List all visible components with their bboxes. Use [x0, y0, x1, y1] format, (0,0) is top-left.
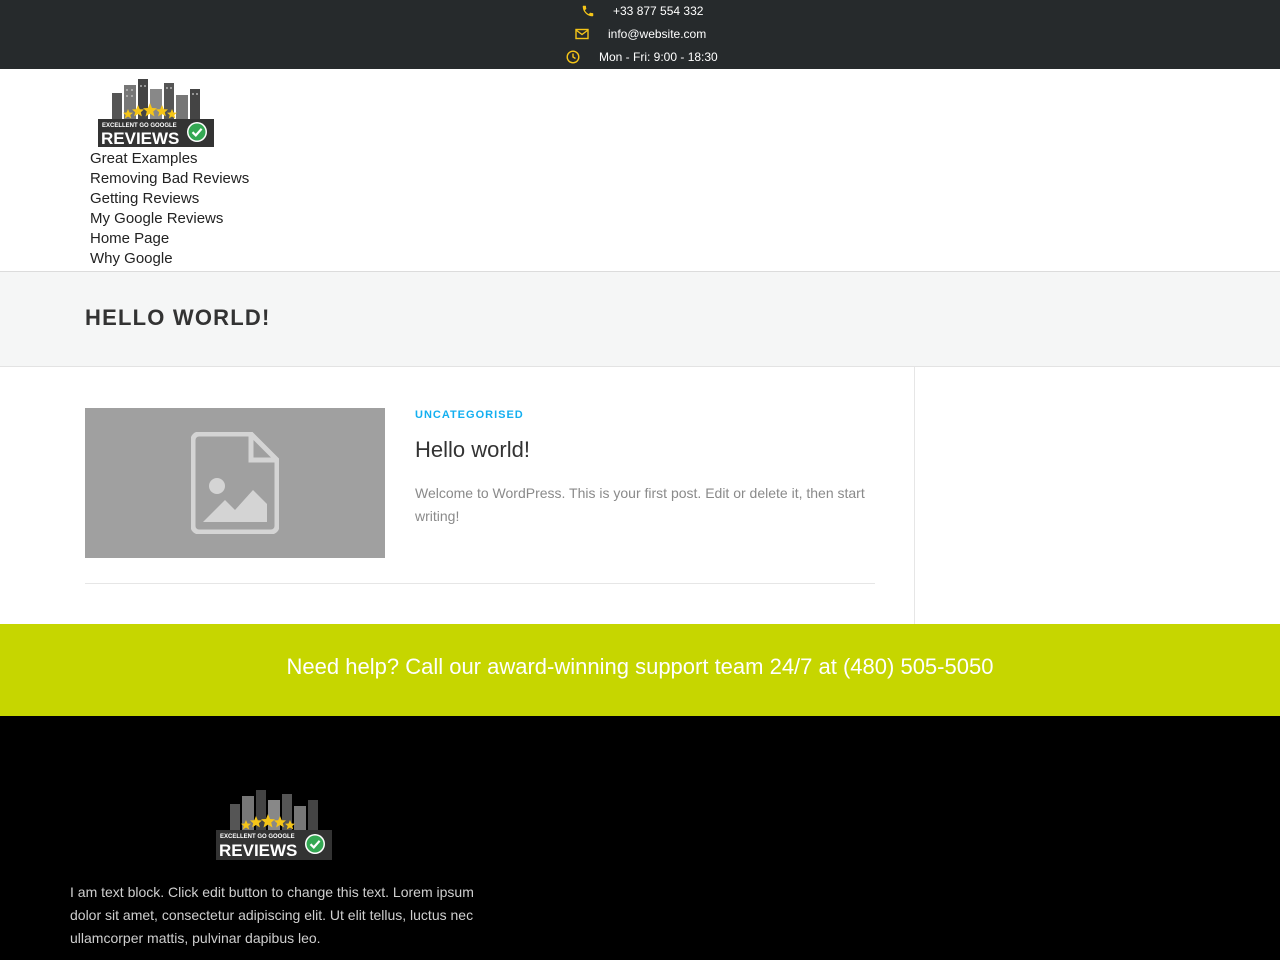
- nav-item-label[interactable]: Home Page: [90, 230, 169, 247]
- phone-icon: [580, 3, 596, 19]
- footer-logo-line1: EXCELLENT GO GOOGLE: [220, 834, 295, 840]
- topbar-email[interactable]: info@website.com: [608, 27, 706, 41]
- topbar-email-row: info@website.com: [0, 23, 1280, 45]
- footer-logo[interactable]: EXCELLENT GO GOOGLE REVIEWS: [216, 786, 332, 860]
- nav-item-label[interactable]: Getting Reviews: [90, 190, 199, 207]
- main-nav: Great Examples Removing Bad Reviews Gett…: [90, 149, 249, 269]
- clock-icon: [565, 49, 581, 65]
- post-divider: [85, 583, 875, 584]
- nav-item-my-google-reviews[interactable]: My Google Reviews: [90, 209, 249, 229]
- post-excerpt: Welcome to WordPress. This is your first…: [415, 485, 865, 524]
- nav-item-home-page[interactable]: Home Page: [90, 229, 249, 249]
- nav-item-label[interactable]: My Google Reviews: [90, 210, 223, 227]
- nav-item-why-google[interactable]: Why Google: [90, 249, 249, 269]
- topbar-phone-row: +33 877 554 332: [0, 0, 1280, 22]
- nav-item-label[interactable]: Great Examples: [90, 150, 198, 167]
- site-logo[interactable]: EXCELLENT GO GOOGLE REVIEWS: [98, 75, 214, 148]
- footer-text-block: I am text block. Click edit button to ch…: [70, 884, 474, 946]
- footer-logo-line2: REVIEWS: [219, 841, 297, 860]
- post-category[interactable]: UNCATEGORISED: [415, 409, 524, 421]
- nav-item-removing-bad-reviews[interactable]: Removing Bad Reviews: [90, 169, 249, 189]
- site-header: EXCELLENT GO GOOGLE REVIEWS Great Exampl…: [0, 69, 1280, 272]
- top-bar: +33 877 554 332 info@website.com Mon - F…: [0, 0, 1280, 69]
- topbar-phone[interactable]: +33 877 554 332: [613, 4, 703, 18]
- nav-item-label[interactable]: Why Google: [90, 250, 173, 267]
- post-thumbnail[interactable]: [85, 408, 385, 558]
- help-banner: Need help? Call our award-winning suppor…: [0, 624, 1280, 716]
- image-placeholder-icon: [191, 432, 279, 534]
- logo-line2: REVIEWS: [101, 129, 179, 147]
- page-title: HELLO WORLD!: [85, 305, 271, 330]
- site-footer: EXCELLENT GO GOOGLE REVIEWS I am text bl…: [0, 716, 1280, 960]
- page-header: HELLO WORLD!: [0, 272, 1280, 367]
- help-banner-text: Need help? Call our award-winning suppor…: [286, 654, 994, 679]
- nav-item-getting-reviews[interactable]: Getting Reviews: [90, 189, 249, 209]
- envelope-icon: [574, 26, 590, 42]
- topbar-hours-row: Mon - Fri: 9:00 - 18:30: [0, 46, 1280, 68]
- topbar-hours: Mon - Fri: 9:00 - 18:30: [599, 50, 718, 64]
- nav-item-great-examples[interactable]: Great Examples: [90, 149, 249, 169]
- sidebar-divider: [914, 367, 915, 624]
- post-title[interactable]: Hello world!: [415, 437, 530, 463]
- nav-item-label[interactable]: Removing Bad Reviews: [90, 170, 249, 187]
